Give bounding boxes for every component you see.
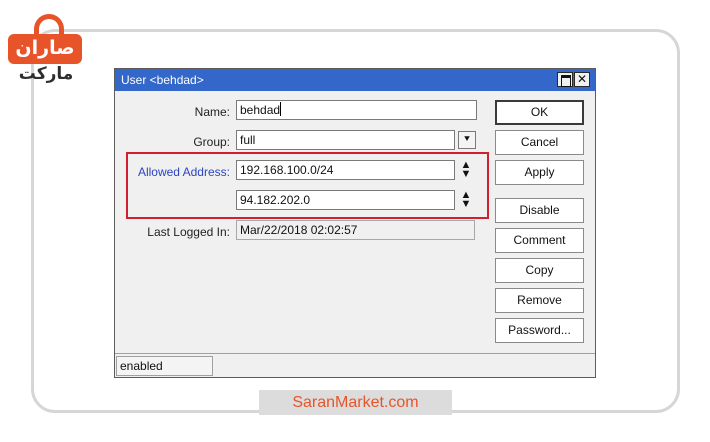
allowed-address-input-2[interactable]: 94.182.202.0 bbox=[236, 190, 455, 210]
allowed-address-spin-icon-2[interactable]: ▲ ▼ bbox=[460, 190, 472, 210]
last-logged-in-value: Mar/22/2018 02:02:57 bbox=[240, 223, 358, 237]
disable-button[interactable]: Disable bbox=[495, 198, 584, 223]
apply-button[interactable]: Apply bbox=[495, 160, 584, 185]
allowed-address-input-1[interactable]: 192.168.100.0/24 bbox=[236, 160, 455, 180]
status-text: enabled bbox=[116, 356, 213, 376]
last-logged-in-label: Last Logged In: bbox=[147, 225, 230, 239]
password-button[interactable]: Password... bbox=[495, 318, 584, 343]
saran-market-logo: صاران مارکت bbox=[4, 12, 100, 83]
spin-down-icon[interactable]: ▼ bbox=[460, 199, 472, 210]
window-titlebar[interactable]: User <behdad> ✕ bbox=[115, 69, 595, 91]
cancel-button[interactable]: Cancel bbox=[495, 130, 584, 155]
name-input[interactable]: behdad bbox=[236, 100, 477, 120]
text-caret bbox=[280, 102, 282, 116]
group-value: full bbox=[240, 133, 256, 147]
spin-down-icon[interactable]: ▼ bbox=[460, 169, 472, 180]
last-logged-in-field: Mar/22/2018 02:02:57 bbox=[236, 220, 475, 240]
logo-line2: مارکت bbox=[18, 64, 74, 83]
group-label: Group: bbox=[193, 135, 230, 149]
group-select[interactable]: full bbox=[236, 130, 455, 150]
allowed-address-label: Allowed Address: bbox=[137, 165, 230, 179]
allowed-address-spin-icon-1[interactable]: ▲ ▼ bbox=[460, 160, 472, 180]
allowed-address-value-1: 192.168.100.0/24 bbox=[240, 163, 334, 177]
remove-button[interactable]: Remove bbox=[495, 288, 584, 313]
maximize-icon[interactable] bbox=[557, 72, 573, 87]
status-bar: enabled bbox=[115, 353, 595, 377]
copy-button[interactable]: Copy bbox=[495, 258, 584, 283]
logo-bag-handle bbox=[34, 14, 64, 36]
logo-line1: صاران bbox=[8, 34, 82, 64]
window-title: User <behdad> bbox=[121, 73, 204, 87]
ok-button[interactable]: OK bbox=[495, 100, 584, 125]
user-window: User <behdad> ✕ Name: behdad Group: full… bbox=[114, 68, 596, 378]
close-icon[interactable]: ✕ bbox=[574, 72, 590, 87]
allowed-address-value-2: 94.182.202.0 bbox=[240, 193, 311, 207]
comment-button[interactable]: Comment bbox=[495, 228, 584, 253]
group-dropdown-icon[interactable]: ⯆ bbox=[458, 131, 476, 149]
name-label: Name: bbox=[194, 105, 230, 119]
site-caption: SaranMarket.com bbox=[259, 390, 452, 415]
name-value: behdad bbox=[240, 103, 281, 117]
